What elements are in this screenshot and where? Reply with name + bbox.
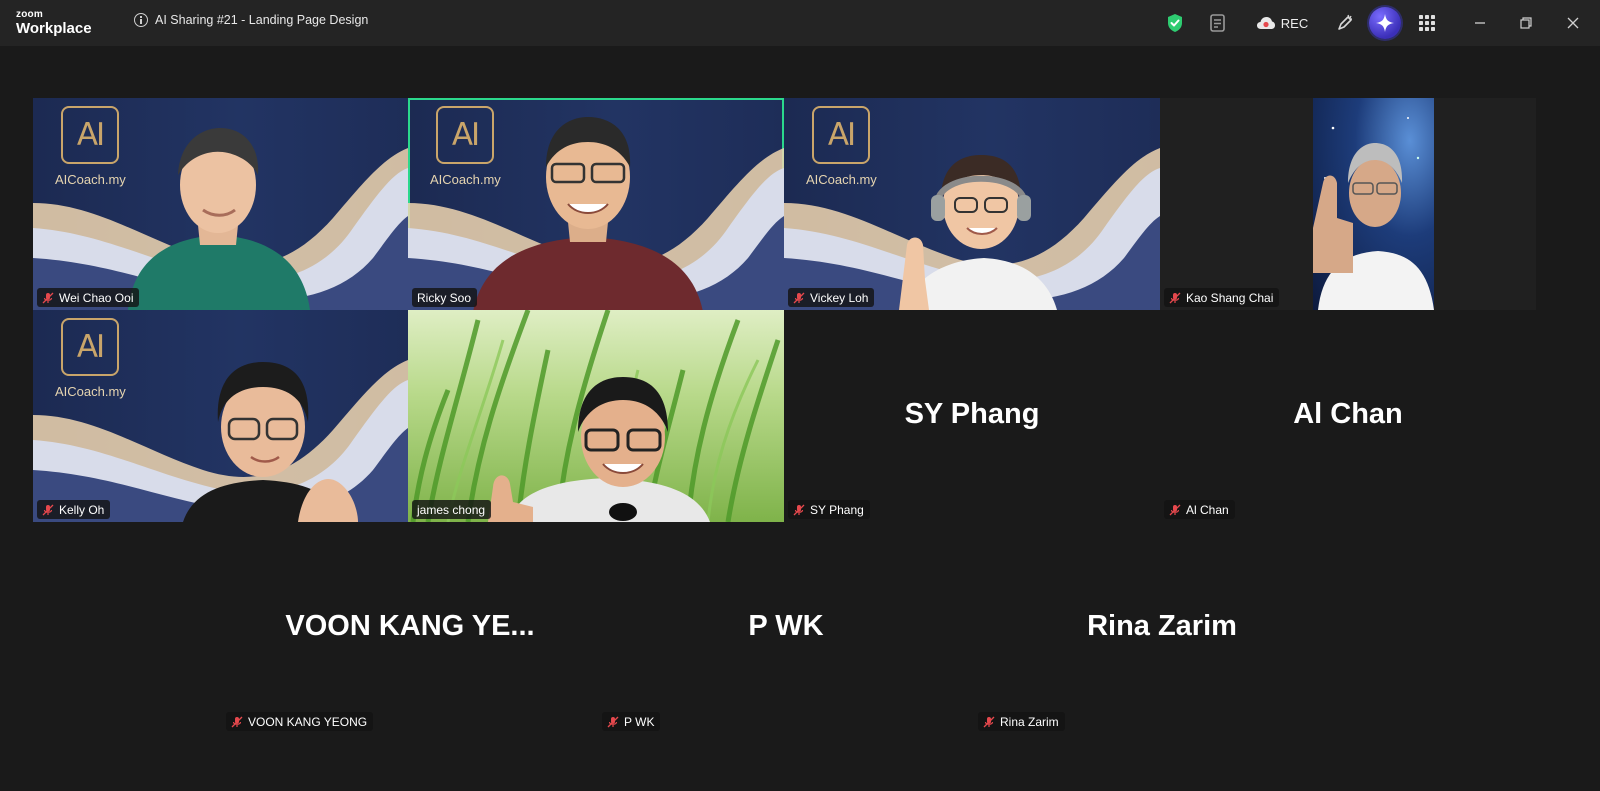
zoom-workplace-logo: zoom Workplace	[16, 9, 92, 37]
aicoach-logo-mark: AI	[61, 106, 119, 164]
record-button[interactable]: REC	[1252, 11, 1312, 35]
participant-display-name: VOON KANG YE...	[285, 610, 535, 642]
participant-video	[473, 117, 703, 310]
participant-name-tag: james chong	[412, 500, 492, 519]
participant-video	[183, 362, 358, 522]
logo-workplace-text: Workplace	[16, 20, 92, 37]
participant-name: Rina Zarim	[1000, 714, 1059, 729]
participant-name: Al Chan	[1186, 502, 1229, 517]
info-icon[interactable]	[134, 13, 148, 27]
participant-name-tag: VOON KANG YEONG	[226, 712, 374, 731]
participant-tile[interactable]: AI AICoach.my Kelly Oh	[33, 310, 408, 522]
participant-name-tag: Kelly Oh	[37, 500, 111, 519]
mic-muted-icon	[42, 292, 54, 303]
participant-display-name: Rina Zarim	[1087, 610, 1237, 642]
participant-display-name: Al Chan	[1293, 398, 1403, 430]
participant-name-tag: Wei Chao Ooi	[37, 288, 140, 307]
mic-muted-icon	[42, 504, 54, 515]
participant-video-frame	[1313, 98, 1434, 310]
apps-grid-icon[interactable]	[1416, 11, 1438, 35]
participant-tile[interactable]: P WK P WK	[598, 522, 974, 734]
participant-video	[488, 377, 710, 522]
participant-display-name: P WK	[748, 610, 824, 642]
annotate-icon[interactable]	[1334, 11, 1356, 35]
mic-muted-icon	[983, 716, 995, 727]
meeting-summary-icon[interactable]	[1207, 11, 1229, 35]
mic-muted-icon	[607, 716, 619, 727]
rec-label: REC	[1280, 15, 1309, 31]
aicoach-brand-text: AICoach.my	[806, 172, 877, 187]
participant-tile[interactable]: james chong	[408, 310, 784, 522]
participant-name: james chong	[417, 502, 486, 517]
participant-tile[interactable]: AI AICoach.my Vickey Loh	[784, 98, 1160, 310]
title-bar: zoom Workplace AI Sharing #21 - Landing …	[0, 0, 1600, 46]
participant-name: Kelly Oh	[59, 502, 105, 517]
meeting-title: AI Sharing #21 - Landing Page Design	[155, 13, 369, 27]
aicoach-brand-text: AICoach.my	[55, 172, 126, 187]
participant-video	[899, 155, 1057, 310]
logo-zoom-text: zoom	[16, 9, 43, 20]
participant-tile[interactable]: Al Chan Al Chan	[1160, 310, 1536, 522]
mic-muted-icon	[793, 292, 805, 303]
participant-tile[interactable]: AI AICoach.my Wei Chao Ooi	[33, 98, 408, 310]
mic-muted-icon	[231, 716, 243, 727]
restore-icon[interactable]	[1515, 11, 1537, 35]
participant-name: Kao Shang Chai	[1186, 290, 1274, 305]
participant-name: SY Phang	[810, 502, 864, 517]
participant-tile[interactable]: Kao Shang Chai	[1160, 98, 1536, 310]
participant-display-name: SY Phang	[904, 398, 1040, 430]
mic-muted-icon	[1169, 504, 1181, 515]
shield-icon[interactable]	[1164, 11, 1186, 35]
participant-video	[1313, 117, 1434, 310]
participant-name: Ricky Soo	[417, 290, 472, 305]
aicoach-logo-mark: AI	[61, 318, 119, 376]
meeting-title-area[interactable]: AI Sharing #21 - Landing Page Design	[134, 13, 368, 27]
ai-companion-icon[interactable]	[1369, 7, 1401, 39]
participant-video	[128, 128, 310, 310]
video-gallery: AI AICoach.my Wei Chao Ooi AI AICoach.my	[0, 46, 1600, 791]
participant-name-tag: SY Phang	[788, 500, 870, 519]
participant-tile[interactable]: Rina Zarim Rina Zarim	[974, 522, 1350, 734]
minimize-icon[interactable]	[1469, 11, 1491, 35]
participant-name: Wei Chao Ooi	[59, 290, 134, 305]
participant-tile-active-speaker[interactable]: AI AICoach.my Ricky Soo	[408, 98, 784, 310]
participant-name: VOON KANG YEONG	[248, 714, 368, 729]
participant-name-tag: P WK	[602, 712, 661, 731]
participant-tile[interactable]: SY Phang SY Phang	[784, 310, 1160, 522]
mic-muted-icon	[1169, 292, 1181, 303]
participant-name-tag: Vickey Loh	[788, 288, 875, 307]
participant-tile[interactable]: VOON KANG YE... VOON KANG YEONG	[222, 522, 598, 734]
cloud-record-icon	[1256, 17, 1275, 29]
close-icon[interactable]	[1562, 11, 1584, 35]
aicoach-brand-text: AICoach.my	[55, 384, 126, 399]
participant-name-tag: Rina Zarim	[978, 712, 1065, 731]
aicoach-logo-mark: AI	[812, 106, 870, 164]
participant-name: Vickey Loh	[810, 290, 869, 305]
participant-name-tag: Ricky Soo	[412, 288, 478, 307]
participant-name: P WK	[624, 714, 655, 729]
participant-name-tag: Kao Shang Chai	[1164, 288, 1280, 307]
mic-muted-icon	[793, 504, 805, 515]
participant-name-tag: Al Chan	[1164, 500, 1235, 519]
